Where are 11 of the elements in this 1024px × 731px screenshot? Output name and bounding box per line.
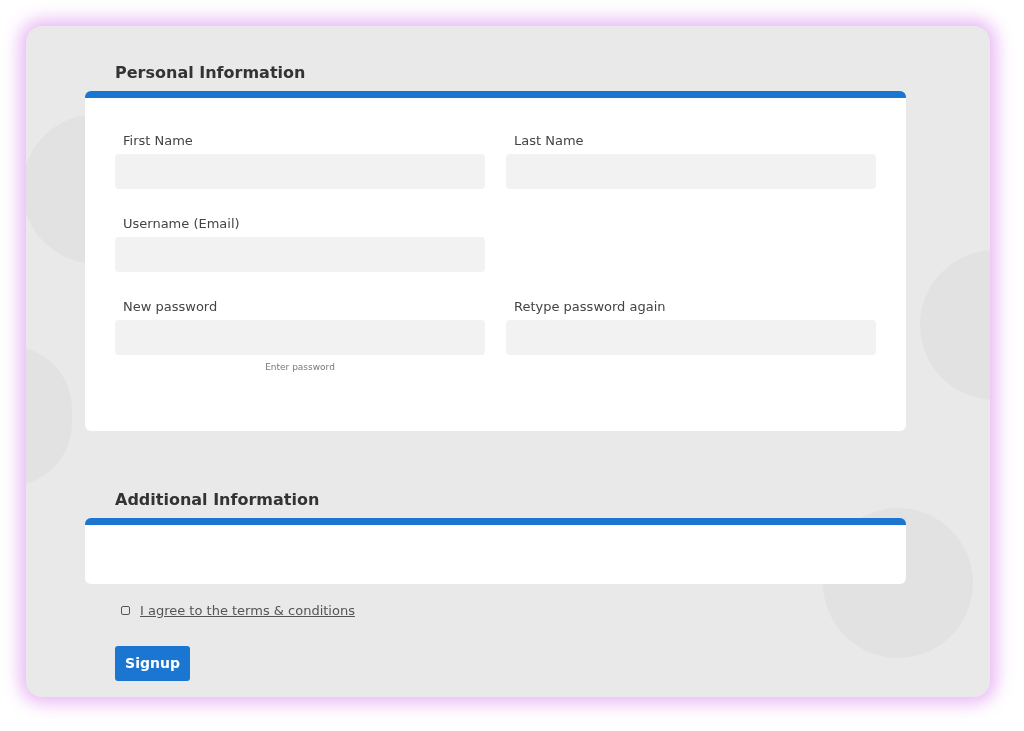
- field-label: Last Name: [514, 132, 584, 150]
- section-heading: Additional Information: [115, 489, 320, 511]
- field-label: New password: [123, 298, 218, 316]
- field-hint: Enter password: [265, 361, 335, 374]
- checkbox[interactable]: [121, 606, 130, 616]
- terms-link[interactable]: I agree to the terms & conditions: [140, 601, 355, 621]
- field-label: First Name: [123, 132, 193, 150]
- field-label: Username (Email): [123, 215, 240, 233]
- signup-button[interactable]: Signup: [115, 645, 190, 681]
- section-heading: Personal Information: [115, 62, 306, 84]
- field-label: Retype password again: [514, 298, 666, 316]
